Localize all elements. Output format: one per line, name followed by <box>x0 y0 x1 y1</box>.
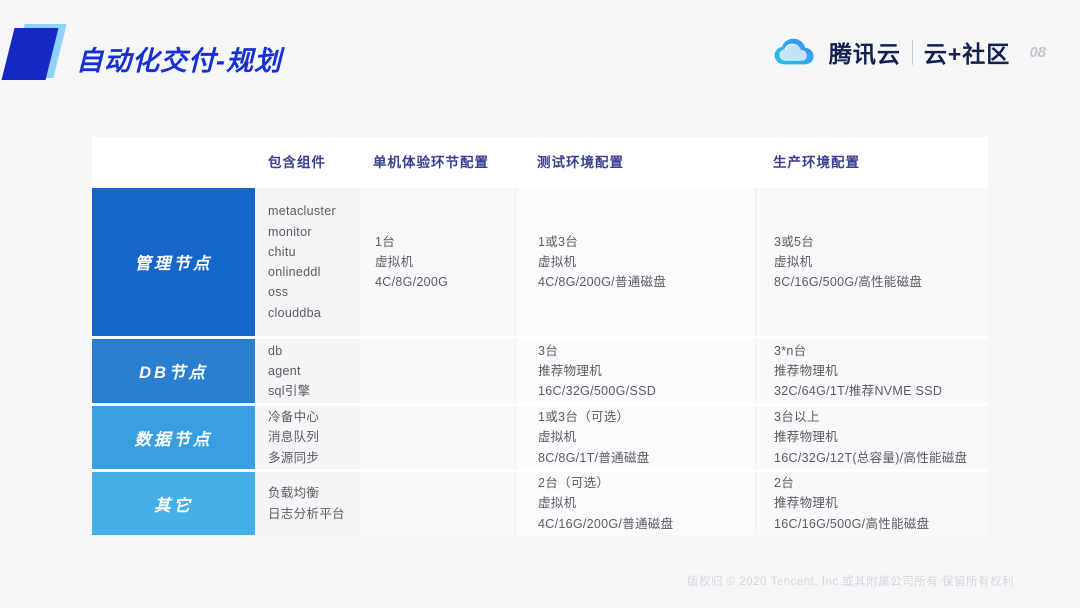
cell-line: 8C/8G/1T/普通磁盘 <box>538 450 650 465</box>
row-header: DB节点 <box>92 339 255 403</box>
cell-line: 多源同步 <box>268 450 320 465</box>
cell-line: 推荐物理机 <box>774 430 839 445</box>
brand-divider <box>911 39 913 65</box>
brand-name: 腾讯云 <box>828 41 901 67</box>
cell-line: db <box>268 343 283 358</box>
cell-prod: 3台以上推荐物理机 16C/32G/12T(总容量)/高性能磁盘 <box>755 406 988 469</box>
cell-line: 虚拟机 <box>538 254 577 269</box>
cell-line: 1台 <box>375 234 396 249</box>
cell-line: 4C/8G/200G <box>375 275 449 290</box>
cell-line: metacluster <box>268 204 336 219</box>
column-header: 生产环境配置 <box>755 137 988 185</box>
cell-line: 2台（可选） <box>538 476 610 491</box>
cell-line: 32C/64G/1T/推荐NVME SSD <box>774 384 943 399</box>
cell-single <box>360 406 515 469</box>
cell-line: 3台 <box>538 343 559 358</box>
cell-test: 3台推荐物理机 16C/32G/500G/SSD <box>515 339 755 403</box>
cell-components: 负载均衡日志分析平台 <box>255 472 360 535</box>
cell-line: clouddba <box>268 305 322 320</box>
cell-line: 16C/16G/500G/高性能磁盘 <box>774 516 930 531</box>
cell-line: 消息队列 <box>268 430 320 445</box>
column-header: 单机体验环节配置 <box>360 137 515 185</box>
page-number: 08 <box>1029 43 1046 61</box>
cell-prod: 2台推荐物理机 16C/16G/500G/高性能磁盘 <box>755 472 988 535</box>
top-bar: 自动化交付-规划 腾讯云 云+社区 08 <box>0 0 1080 100</box>
cell-line: 虚拟机 <box>774 254 813 269</box>
cell-line: sql引擎 <box>268 384 311 399</box>
cell-line: 推荐物理机 <box>774 496 839 511</box>
row-header: 其它 <box>92 472 255 535</box>
cell-line: 1或3台（可选） <box>538 410 630 425</box>
column-header: 测试环境配置 <box>515 137 755 185</box>
cell-line: 4C/8G/200G/普通磁盘 <box>538 275 667 290</box>
tencent-cloud-logo-icon <box>774 38 814 65</box>
cell-prod: 3*n台推荐物理机 32C/64G/1T/推荐NVME SSD <box>755 339 988 403</box>
cell-prod: 3或5台虚拟机 8C/16G/500G/高性能磁盘 <box>755 188 988 336</box>
cell-line: 3或5台 <box>774 234 815 249</box>
cell-line: 16C/32G/12T(总容量)/高性能磁盘 <box>774 450 968 465</box>
row-header: 管理节点 <box>92 188 255 336</box>
cell-line: 1或3台 <box>538 234 579 249</box>
cell-test: 1或3台（可选） 虚拟机 8C/8G/1T/普通磁盘 <box>515 406 755 469</box>
community-name: 云+社区 <box>923 41 1011 67</box>
cell-single <box>360 472 515 535</box>
brand-area: 腾讯云 云+社区 08 <box>772 33 1046 71</box>
cell-single <box>360 339 515 403</box>
cell-line: 虚拟机 <box>538 430 577 445</box>
config-table: 包含组件 单机体验环节配置 测试环境配置 生产环境配置 管理节点 metacluster m… <box>92 137 988 535</box>
table-corner <box>92 137 255 185</box>
page-title: 自动化交付-规划 <box>76 46 282 76</box>
cell-test: 1或3台虚拟机 4C/8G/200G/普通磁盘 <box>515 188 755 336</box>
cell-line: 虚拟机 <box>538 496 577 511</box>
cell-single: 1台虚拟机 4C/8G/200G <box>360 188 515 336</box>
cell-line: 4C/16G/200G/普通磁盘 <box>538 516 674 531</box>
cell-line: 虚拟机 <box>375 254 414 269</box>
row-header: 数据节点 <box>92 406 255 469</box>
cell-line: onlineddl <box>268 265 321 279</box>
cell-line: 推荐物理机 <box>774 363 839 378</box>
cell-line: 16C/32G/500G/SSD <box>538 384 657 399</box>
cell-line: 3*n台 <box>774 343 807 358</box>
cell-line: monitor <box>268 224 312 239</box>
cell-components: db agent sql引擎 <box>255 339 360 403</box>
cell-line: 3台以上 <box>774 410 820 425</box>
cell-line: 冷备中心 <box>268 410 320 425</box>
cell-test: 2台（可选） 虚拟机 4C/16G/200G/普通磁盘 <box>515 472 755 535</box>
cell-line: chitu <box>268 244 296 259</box>
cell-components: metacluster monitor chitu onlineddl oss cloud… <box>255 188 360 336</box>
copyright-text: 版权归 © 2020 Tencent, Inc.或其附属公司所有 保留所有权利 <box>686 576 1014 588</box>
cell-line: agent <box>268 363 301 378</box>
column-header: 包含组件 <box>255 137 360 185</box>
cell-line: 日志分析平台 <box>268 506 345 521</box>
cell-line: 8C/16G/500G/高性能磁盘 <box>774 275 923 290</box>
cell-line: 推荐物理机 <box>538 363 603 378</box>
cell-line: 2台 <box>774 476 795 491</box>
cell-line: 负载均衡 <box>268 486 320 501</box>
cell-components: 冷备中心消息队列多源同步 <box>255 406 360 469</box>
cell-line: oss <box>268 285 289 300</box>
